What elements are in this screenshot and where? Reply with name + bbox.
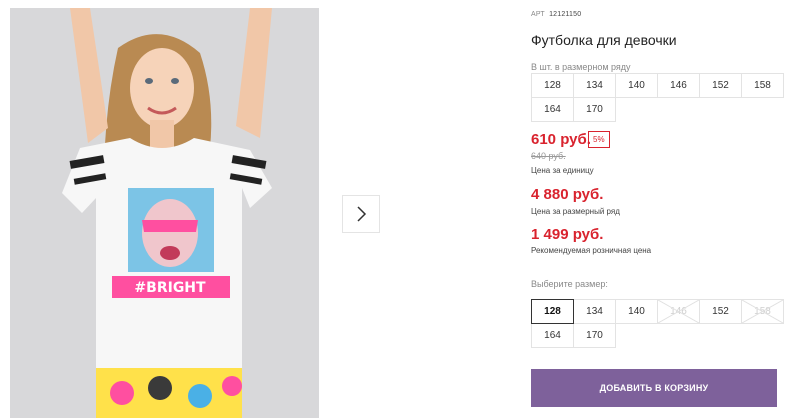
size-option[interactable]: 164 [531, 323, 574, 348]
old-price: 640 руб. [531, 151, 566, 161]
discount-badge: 5% [588, 131, 610, 148]
size-row-item: 128 [531, 73, 574, 98]
size-option[interactable]: 152 [699, 299, 742, 324]
size-row-item: 164 [531, 97, 574, 122]
chevron-right-icon [357, 206, 367, 222]
size-row-item: 152 [699, 73, 742, 98]
size-option[interactable]: 134 [573, 299, 616, 324]
size-option[interactable]: 170 [573, 323, 616, 348]
unavailable-cross-icon [742, 300, 783, 323]
price: 610 руб. [531, 131, 591, 148]
size-row-item: 140 [615, 73, 658, 98]
article-value: 12121150 [549, 11, 582, 18]
size-option: 146 [657, 299, 700, 324]
add-to-cart-button[interactable]: ДОБАВИТЬ В КОРЗИНУ [531, 369, 777, 407]
size-row-grid: 128 134 140 146 152 158 164 170 [531, 73, 784, 122]
choose-size-label: Выберите размер: [531, 279, 608, 289]
size-row-price: 4 880 руб. [531, 186, 604, 203]
product-photo-illustration: #BRIGHT [10, 8, 319, 418]
size-option[interactable]: 140 [615, 299, 658, 324]
recommended-retail-price: 1 499 руб. [531, 226, 604, 243]
size-row-item: 146 [657, 73, 700, 98]
size-option: 158 [741, 299, 784, 324]
product-info: АРТ 12121150 Футболка для девочки В шт. … [531, 0, 791, 418]
unit-price-note: Цена за единицу [531, 166, 594, 175]
shirt-print-text: #BRIGHT [134, 280, 206, 296]
product-title: Футболка для девочки [531, 32, 677, 48]
size-row-item: 158 [741, 73, 784, 98]
article-number: АРТ 12121150 [531, 11, 581, 18]
size-row-item: 170 [573, 97, 616, 122]
size-row-item: 134 [573, 73, 616, 98]
article-label: АРТ [531, 11, 545, 18]
size-row-label: В шт. в размерном ряду [531, 62, 631, 72]
size-row-price-note: Цена за размерный ряд [531, 207, 620, 216]
size-picker: 128 134 140 146 152 158 164 170 [531, 299, 784, 348]
product-gallery: #BRIGHT [0, 0, 398, 418]
product-photo[interactable]: #BRIGHT [10, 8, 319, 418]
size-option[interactable]: 128 [531, 299, 574, 324]
recommended-retail-price-note: Рекомендуемая розничная цена [531, 246, 652, 255]
next-image-button[interactable] [342, 195, 380, 233]
unavailable-cross-icon [658, 300, 699, 323]
